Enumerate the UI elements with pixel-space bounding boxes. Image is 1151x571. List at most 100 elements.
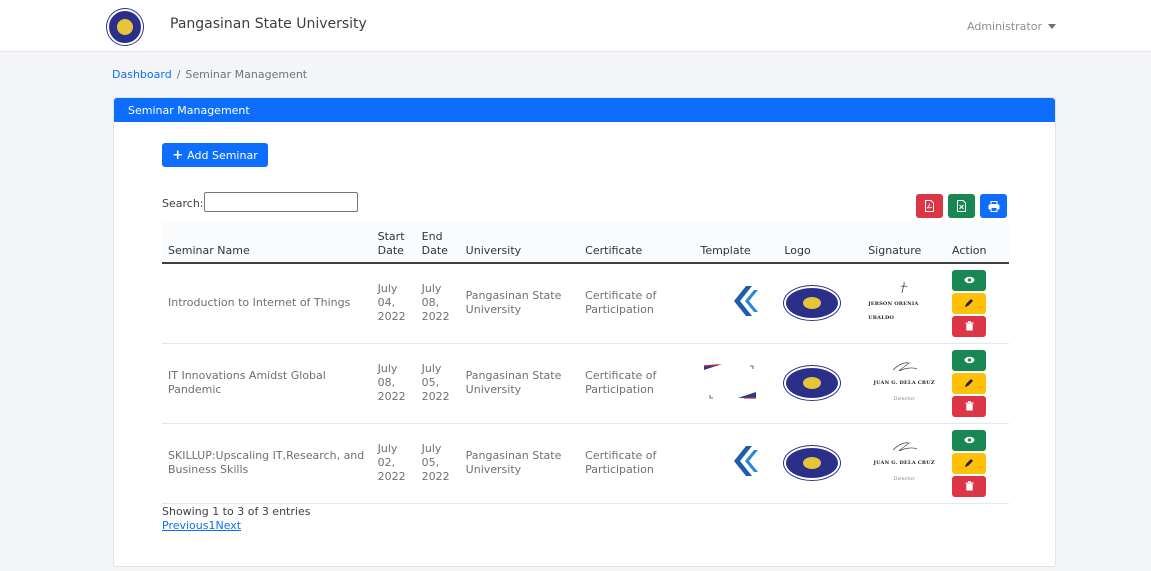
signature-scrawl-icon: [900, 282, 908, 294]
cell-end-date: July 05, 2022: [415, 343, 460, 424]
signature-image: JERSON ORENIA UBALDO: [868, 281, 940, 325]
seal-logo-icon: [784, 286, 841, 321]
print-icon: [988, 200, 999, 212]
delete-button[interactable]: [952, 475, 987, 497]
plus-icon: +: [172, 147, 184, 163]
university-logo-icon[interactable]: [107, 9, 143, 45]
card-title: Seminar Management: [114, 98, 1055, 122]
delete-button[interactable]: [952, 395, 987, 417]
cell-action: [946, 263, 1009, 344]
view-button[interactable]: [952, 429, 987, 451]
cell-signature: JERSON ORENIA UBALDO: [862, 263, 947, 344]
cell-start-date: July 04, 2022: [371, 263, 416, 344]
caret-down-icon: [1048, 24, 1056, 29]
user-menu-label: Administrator: [967, 20, 1042, 33]
table-row: Introduction to Internet of Things July …: [162, 263, 1009, 344]
column-header-start-date[interactable]: Start Date: [371, 222, 416, 264]
signature-name: JUAN G. DELA CRUZ: [873, 380, 935, 386]
seminar-table: Seminar Name Start Date End Date Univers…: [162, 222, 1009, 504]
template-chevron-thumbnail: [734, 446, 759, 476]
search-input[interactable]: [204, 192, 358, 212]
cell-action: [946, 423, 1009, 504]
signature-image: JUAN G. DELA CRUZ Director: [868, 360, 940, 406]
add-seminar-label: Add Seminar: [187, 148, 258, 162]
cell-certificate: Certificate of Participation: [579, 263, 695, 344]
cell-template: [694, 423, 779, 504]
breadcrumb-current: Seminar Management: [185, 68, 308, 81]
cell-logo: [778, 423, 863, 504]
excel-icon: [957, 200, 966, 212]
table-row: SKILLUP:Upscaling IT,Research, and Busin…: [162, 423, 1009, 504]
edit-button[interactable]: [952, 452, 987, 474]
row-actions: [952, 349, 1003, 417]
top-navbar: Pangasinan State University Administrato…: [0, 0, 1151, 52]
seminar-management-card: Seminar Management + Add Seminar Search:…: [113, 97, 1056, 567]
breadcrumb-separator: /: [176, 68, 181, 81]
column-header-end-date[interactable]: End Date: [415, 222, 460, 264]
template-frame-thumbnail: [704, 364, 757, 399]
edit-button[interactable]: [952, 372, 987, 394]
export-pdf-button[interactable]: [916, 194, 943, 218]
view-button[interactable]: [952, 349, 987, 371]
cell-end-date: July 08, 2022: [415, 263, 460, 344]
search-label: Search:: [162, 197, 204, 210]
column-header-university[interactable]: University: [459, 222, 580, 264]
cell-logo: [778, 263, 863, 344]
breadcrumb: Dashboard / Seminar Management: [112, 68, 307, 81]
signature-name: JUAN G. DELA CRUZ: [873, 460, 935, 466]
delete-button[interactable]: [952, 315, 987, 337]
cell-end-date: July 05, 2022: [415, 423, 460, 504]
pencil-icon: [965, 379, 974, 387]
export-buttons: [916, 194, 1007, 218]
row-actions: [952, 269, 1003, 337]
add-seminar-button[interactable]: + Add Seminar: [162, 143, 268, 167]
cell-signature: JUAN G. DELA CRUZ Director: [862, 423, 947, 504]
pdf-icon: [925, 200, 934, 212]
seal-logo-icon: [784, 446, 841, 480]
cell-seminar-name: Introduction to Internet of Things: [162, 263, 372, 344]
eye-icon: [964, 356, 975, 364]
pencil-icon: [965, 459, 974, 467]
seal-logo-icon: [784, 366, 841, 400]
row-actions: [952, 429, 1003, 497]
column-header-action[interactable]: Action: [946, 222, 1009, 264]
view-button[interactable]: [952, 269, 987, 291]
pencil-icon: [965, 299, 974, 308]
trash-icon: [965, 481, 974, 491]
cell-logo: [778, 343, 863, 424]
cell-university: Pangasinan State University: [459, 343, 580, 424]
signature-name: JERSON ORENIA UBALDO: [868, 301, 919, 322]
signature-image: JUAN G. DELA CRUZ Director: [868, 440, 940, 486]
cell-action: [946, 343, 1009, 424]
trash-icon: [965, 321, 974, 331]
eye-icon: [964, 436, 975, 444]
cell-start-date: July 02, 2022: [371, 423, 416, 504]
cell-certificate: Certificate of Participation: [579, 343, 695, 424]
print-button[interactable]: [980, 194, 1007, 218]
cell-university: Pangasinan State University: [459, 423, 580, 504]
cell-signature: JUAN G. DELA CRUZ Director: [862, 343, 947, 424]
cell-template: [694, 263, 779, 344]
cell-university: Pangasinan State University: [459, 263, 580, 344]
cell-seminar-name: IT Innovations Amidst Global Pandemic: [162, 343, 372, 424]
signature-title: Director: [893, 476, 915, 482]
signature-scrawl-icon: [892, 442, 918, 452]
cell-seminar-name: SKILLUP:Upscaling IT,Research, and Busin…: [162, 423, 372, 504]
edit-button[interactable]: [952, 292, 987, 314]
user-menu[interactable]: Administrator: [967, 20, 1056, 33]
column-header-seminar-name[interactable]: Seminar Name: [162, 222, 372, 264]
trash-icon: [965, 401, 974, 411]
column-header-template[interactable]: Template: [694, 222, 779, 264]
column-header-logo[interactable]: Logo: [778, 222, 863, 264]
breadcrumb-dashboard-link[interactable]: Dashboard: [112, 68, 172, 81]
column-header-signature[interactable]: Signature: [862, 222, 947, 264]
column-header-certificate[interactable]: Certificate: [579, 222, 695, 264]
export-excel-button[interactable]: [948, 194, 975, 218]
cell-template: [694, 343, 779, 424]
cell-certificate: Certificate of Participation: [579, 423, 695, 504]
pagination-links[interactable]: Previous1Next: [162, 519, 241, 532]
brand-name[interactable]: Pangasinan State University: [170, 16, 367, 32]
table-row: IT Innovations Amidst Global Pandemic Ju…: [162, 343, 1009, 424]
table-header-row: Seminar Name Start Date End Date Univers…: [162, 222, 1009, 264]
template-chevron-thumbnail: [734, 286, 759, 317]
